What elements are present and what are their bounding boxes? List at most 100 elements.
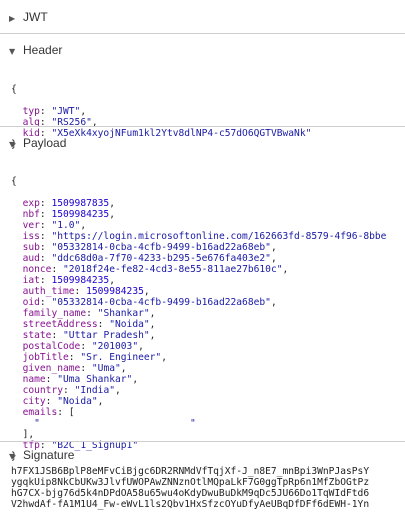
json-field-row: exp: 1509987835, xyxy=(22,198,115,209)
json-field-row: state: "Uttar Pradesh", xyxy=(22,330,156,341)
json-key: jobTitle xyxy=(22,352,69,363)
json-field-row: iss: "https://login.microsoftonline.com/… xyxy=(22,231,387,242)
json-field-row: oid: "05332814-0cba-4cfb-9499-b16ad22a68… xyxy=(22,297,277,308)
json-value: "Uma Shankar" xyxy=(57,374,133,385)
json-comma: , xyxy=(270,253,277,264)
caret-down-icon[interactable]: ▼ xyxy=(9,47,15,56)
json-comma: , xyxy=(270,297,277,308)
json-field-row: family_name: "Shankar", xyxy=(22,308,156,319)
header-open-brace: { xyxy=(11,84,17,95)
caret-right-icon[interactable]: ▶ xyxy=(9,14,15,23)
email-value: " " xyxy=(34,418,196,429)
json-field-row: jobTitle: "Sr. Engineer", xyxy=(22,352,167,363)
signature-line: hG7CX-bjg76d5k4nDPdOA58u65wu4oKdyDwuBuDk… xyxy=(11,488,370,499)
json-value: "Noida" xyxy=(57,396,98,407)
json-key: state xyxy=(22,330,52,341)
json-value: 1509984235 xyxy=(51,209,110,220)
json-key: city xyxy=(22,396,46,407)
json-comma: , xyxy=(149,308,156,319)
json-comma: , xyxy=(132,374,139,385)
section-divider xyxy=(0,126,405,127)
json-field-row: nonce: "2018f24e-fe82-4cd3-8e55-811ae27b… xyxy=(22,264,289,275)
payload-json: { exp: 1509987835, nbf: 1509984235, ver:… xyxy=(11,154,386,462)
payload-section-title: Payload xyxy=(23,136,67,150)
json-field-row: country: "India", xyxy=(22,385,121,396)
json-field-row: city: "Noida", xyxy=(22,396,104,407)
section-divider xyxy=(0,441,405,442)
emails-close-row: ], xyxy=(11,429,386,440)
json-key: nbf xyxy=(22,209,40,220)
json-key: given_name xyxy=(22,363,81,374)
json-field-row: given_name: "Uma", xyxy=(22,363,127,374)
email-item-row: " " xyxy=(11,418,386,429)
jwt-section-title: JWT xyxy=(23,10,48,24)
json-field-row: aud: "ddc68d0a-7f70-4233-b295-5e676fa403… xyxy=(22,253,277,264)
json-value: 1509984235 xyxy=(51,275,110,286)
signature-section-title: Signature xyxy=(23,448,75,462)
json-value: "2018f24e-fe82-4cd3-8e55-811ae27b610c" xyxy=(63,264,283,275)
json-comma: , xyxy=(149,319,156,330)
json-key: typ xyxy=(22,106,40,117)
caret-down-icon[interactable]: ▼ xyxy=(9,452,15,461)
json-key: postalCode xyxy=(22,341,81,352)
json-value: "Noida" xyxy=(109,319,150,330)
json-key: emails xyxy=(22,407,58,418)
json-value: "Uttar Pradesh" xyxy=(63,330,150,341)
json-field-row: ver: "1.0", xyxy=(22,220,87,231)
json-field-row: typ: "JWT", xyxy=(22,106,87,117)
json-comma: , xyxy=(270,242,277,253)
json-comma: , xyxy=(149,330,156,341)
json-value: "https://login.microsoftonline.com/16266… xyxy=(51,231,387,242)
header-section-title: Header xyxy=(23,43,63,57)
payload-section-header[interactable]: ▼ Payload xyxy=(0,134,405,154)
json-comma: , xyxy=(109,209,115,220)
json-key: aud xyxy=(22,253,40,264)
json-value: "Sr. Engineer" xyxy=(80,352,162,363)
jwt-section-header[interactable]: ▶ JWT xyxy=(0,8,405,28)
json-key: exp xyxy=(22,198,40,209)
signature-section-header[interactable]: ▼ Signature xyxy=(0,446,405,466)
json-value: "201003" xyxy=(91,341,139,352)
header-section-header[interactable]: ▼ Header xyxy=(0,41,405,61)
json-value: "05332814-0cba-4cfb-9499-b16ad22a68eb" xyxy=(51,297,271,308)
json-comma: , xyxy=(80,106,87,117)
json-comma: , xyxy=(109,275,115,286)
signature-line: h7FX1JSB6BplP8eMFvCiBjgc6DR2RNMdVfTqjXf-… xyxy=(11,466,370,477)
json-comma: , xyxy=(109,198,115,209)
json-value: "05332814-0cba-4cfb-9499-b16ad22a68eb" xyxy=(51,242,271,253)
json-key: oid xyxy=(22,297,40,308)
json-key: name xyxy=(22,374,46,385)
json-key: iss xyxy=(22,231,40,242)
json-comma: , xyxy=(115,385,121,396)
json-value: 1509984235 xyxy=(86,286,144,297)
json-value: "Uma" xyxy=(91,363,121,374)
json-key: ver xyxy=(22,220,40,231)
json-field-row: nbf: 1509984235, xyxy=(22,209,115,220)
signature-line: V2hwdAf-fA1M1U4_Fw-eWvL1ls2Qbv1HxSfzcOYu… xyxy=(11,499,370,510)
json-field-row: postalCode: "201003", xyxy=(22,341,144,352)
json-comma: , xyxy=(282,264,289,275)
json-value: "1.0" xyxy=(51,220,81,231)
json-comma: , xyxy=(80,220,87,231)
json-comma: , xyxy=(138,341,144,352)
json-key: nonce xyxy=(22,264,52,275)
json-field-row: name: "Uma Shankar", xyxy=(22,374,139,385)
json-field-row: emails: [ xyxy=(22,407,75,418)
signature-value: h7FX1JSB6BplP8eMFvCiBjgc6DR2RNMdVfTqjXf-… xyxy=(11,466,397,510)
json-key: sub xyxy=(22,242,40,253)
json-comma: , xyxy=(120,363,127,374)
json-comma: , xyxy=(143,286,150,297)
caret-down-icon[interactable]: ▼ xyxy=(9,140,15,149)
json-key: auth_time xyxy=(22,286,75,297)
json-value: "Shankar" xyxy=(97,308,150,319)
json-key: iat xyxy=(22,275,40,286)
json-value: 1509987835 xyxy=(51,198,110,209)
signature-line: ygqkUip8NkCbUKw3JlvfUWOPAwZNNznOtlMQpaLk… xyxy=(11,477,370,488)
json-key: streetAddress xyxy=(22,319,98,330)
json-key: family_name xyxy=(22,308,87,319)
json-field-row: streetAddress: "Noida", xyxy=(22,319,156,330)
json-field-row: iat: 1509984235, xyxy=(22,275,115,286)
json-value: "ddc68d0a-7f70-4233-b295-5e676fa403e2" xyxy=(51,253,271,264)
emails-close-bracket: ], xyxy=(22,429,35,440)
json-comma: , xyxy=(161,352,167,363)
